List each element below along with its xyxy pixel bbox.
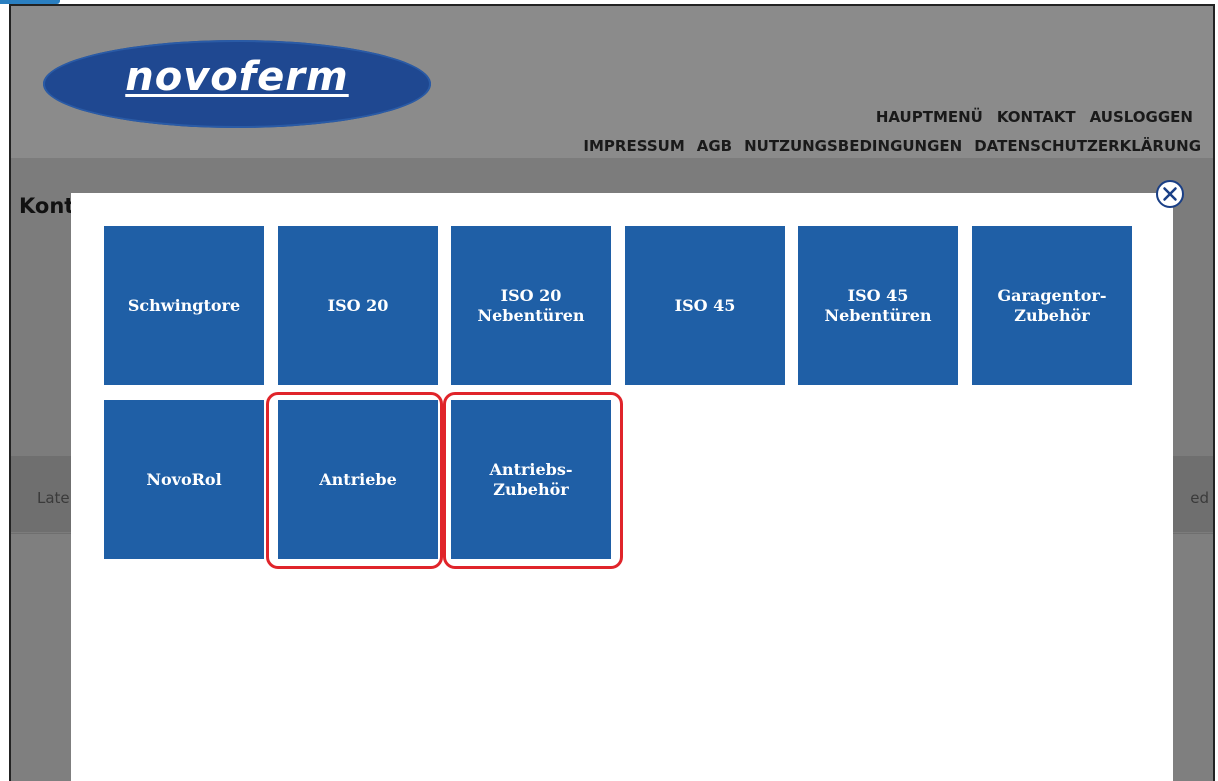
secondary-nav: IMPRESSUM AGB NUTZUNGSBEDINGUNGEN DATENS… <box>583 137 1201 155</box>
nav-hauptmenu[interactable]: HAUPTMENÜ <box>876 108 983 126</box>
close-x-glyph <box>1163 187 1177 201</box>
tile-antriebs-zubehoer[interactable]: Antriebs- Zubehör <box>451 400 611 559</box>
background-right-text: ed <box>1190 489 1209 507</box>
tile-schwingtore[interactable]: Schwingtore <box>104 226 264 385</box>
nav-kontakt[interactable]: KONTAKT <box>997 108 1076 126</box>
nav-datenschutzerklaerung[interactable]: DATENSCHUTZERKLÄRUNG <box>974 137 1201 155</box>
tile-iso-20[interactable]: ISO 20 <box>278 226 438 385</box>
nav-agb[interactable]: AGB <box>697 137 732 155</box>
nav-nutzungsbedingungen[interactable]: NUTZUNGSBEDINGUNGEN <box>744 137 962 155</box>
tile-antriebe[interactable]: Antriebe <box>278 400 438 559</box>
nav-impressum[interactable]: IMPRESSUM <box>583 137 684 155</box>
nav-ausloggen[interactable]: AUSLOGGEN <box>1090 108 1193 126</box>
primary-nav: HAUPTMENÜ KONTAKT AUSLOGGEN <box>876 108 1193 126</box>
background-left-text: Late <box>37 489 70 507</box>
tile-iso-20-nebentueren[interactable]: ISO 20 Nebentüren <box>451 226 611 385</box>
close-icon[interactable] <box>1156 180 1184 208</box>
tile-iso-45-nebentueren[interactable]: ISO 45 Nebentüren <box>798 226 958 385</box>
page-title: Kont <box>19 194 75 218</box>
tile-iso-45[interactable]: ISO 45 <box>625 226 785 385</box>
site-header: novoferm HAUPTMENÜ KONTAKT AUSLOGGEN IMP… <box>11 6 1213 158</box>
tile-novorol[interactable]: NovoRol <box>104 400 264 559</box>
tile-garagentor-zubehoer[interactable]: Garagentor- Zubehör <box>972 226 1132 385</box>
logo-text: novoferm <box>125 54 349 100</box>
novoferm-logo[interactable]: novoferm <box>43 40 431 128</box>
